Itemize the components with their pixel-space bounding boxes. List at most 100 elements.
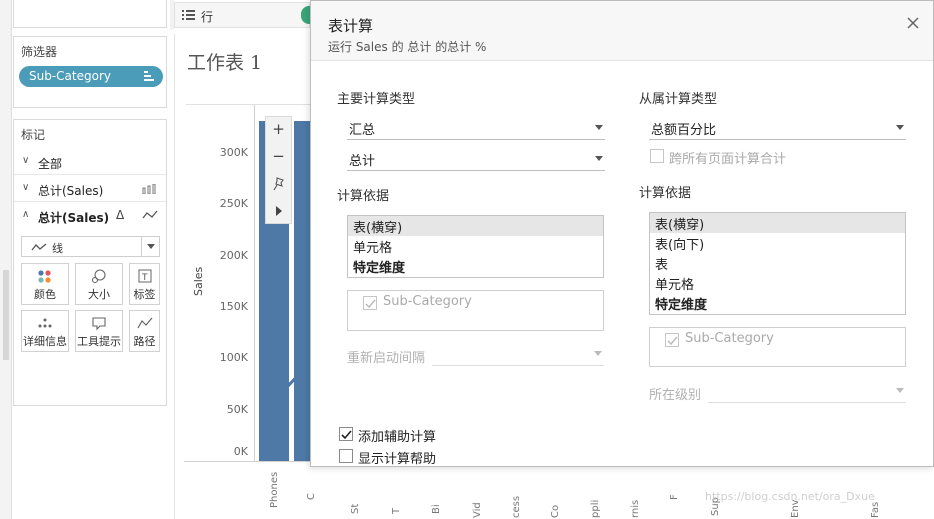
list-item[interactable]: 表 (650, 253, 905, 273)
close-icon[interactable] (905, 15, 921, 31)
pages-shelf (13, 0, 167, 28)
label-label: 标签 (133, 288, 156, 301)
marks-row-all[interactable]: ∨ 全部 (14, 149, 166, 175)
secondary-type-select[interactable]: 总额百分比 (649, 116, 906, 140)
primary-compute-heading: 计算依据 (337, 189, 390, 204)
y-tick: 250K (219, 197, 248, 210)
y-tick: 300K (219, 146, 248, 159)
dropdown-arrow-icon (594, 351, 602, 356)
delta-icon: Δ (116, 208, 125, 222)
chevron-down-icon: ∨ (22, 182, 30, 193)
bar-chairs[interactable] (294, 121, 310, 461)
filter-pill-label: Sub-Category (29, 69, 111, 83)
size-label: 大小 (88, 288, 110, 301)
y-tick: 0K (233, 445, 248, 458)
bar-chart-icon (142, 184, 156, 194)
rows-label: 行 (201, 10, 214, 24)
table-calculation-dialog: 表计算 运行 Sales 的 总计 的总计 % 主要计算类型 汇总 总计 计算依… (310, 0, 934, 467)
dimension-label: Sub-Category (383, 294, 472, 309)
list-item[interactable]: 特定维度 (650, 293, 905, 313)
x-tick-label: Phones (269, 471, 280, 508)
secondary-compute-list[interactable]: 表(横穿) 表(向下) 表 单元格 特定维度 (649, 212, 906, 315)
aggregation-value: 总计 (349, 154, 376, 169)
marks-row-label: 总计(Sales) (38, 184, 104, 198)
left-collapse-strip[interactable] (0, 0, 12, 519)
line-chart-icon (142, 210, 158, 219)
detail-button[interactable]: 详细信息 (21, 310, 69, 352)
dropdown-arrow-icon (595, 156, 603, 161)
expand-arrow-icon[interactable] (266, 198, 291, 225)
running-total-line (271, 368, 305, 404)
rows-shelf[interactable]: 行 (174, 2, 310, 28)
secondary-compute-heading: 计算依据 (639, 186, 692, 201)
dialog-subtitle: 运行 Sales 的 总计 的总计 % (328, 40, 487, 54)
size-button[interactable]: 大小 (75, 263, 123, 305)
dropdown-arrow-icon (141, 237, 159, 256)
worksheet-title: 工作表 1 (187, 52, 263, 74)
label-icon: T (130, 269, 159, 284)
detail-label: 详细信息 (23, 335, 67, 348)
restart-label: 重新启动间隔 (347, 351, 426, 366)
secondary-type-value: 总额百分比 (651, 123, 717, 138)
x-tick-label: Bi (431, 504, 442, 514)
show-help-checkbox[interactable] (339, 449, 353, 463)
show-help-label: 显示计算帮助 (358, 452, 437, 467)
path-label: 路径 (133, 335, 156, 348)
tooltip-icon (76, 316, 122, 331)
x-axis-line (184, 461, 310, 462)
list-item[interactable]: 表(向下) (650, 233, 905, 253)
dropdown-arrow-icon (896, 388, 904, 393)
list-item[interactable]: 特定维度 (348, 256, 603, 276)
y-tick: 100K (219, 351, 248, 364)
list-item[interactable]: 单元格 (650, 273, 905, 293)
dimension-checkbox (363, 296, 377, 310)
pin-icon[interactable] (266, 171, 291, 198)
mark-type-value: 线 (52, 242, 63, 255)
chevron-down-icon: ∧ (22, 209, 30, 220)
color-button[interactable]: 颜色 (21, 263, 69, 305)
x-tick-label: Co (550, 504, 561, 518)
size-icon (76, 269, 122, 284)
y-axis-title: Sales (192, 266, 205, 296)
level-select (708, 379, 906, 403)
chevron-down-icon: ∨ (22, 155, 30, 166)
primary-type-select[interactable]: 汇总 (347, 116, 605, 140)
label-button[interactable]: T 标签 (129, 263, 160, 305)
x-tick-label: C (306, 493, 317, 500)
marks-title: 标记 (21, 128, 46, 142)
marks-row-sales-bar[interactable]: ∨ 总计(Sales) (14, 176, 166, 202)
x-tick-label: St (350, 503, 361, 514)
filter-pill-subcategory[interactable]: Sub-Category (19, 66, 163, 87)
dimension-checkbox (665, 333, 679, 347)
marks-row-label: 全部 (38, 157, 63, 171)
aggregation-select[interactable]: 总计 (347, 147, 605, 171)
x-tick-label: Vid (472, 502, 483, 518)
rows-icon (182, 10, 195, 20)
tooltip-button[interactable]: 工具提示 (75, 310, 123, 352)
x-tick-label: Fas (870, 501, 881, 518)
watermark-text: https://blog.csdn.net/ora_Dxue (705, 490, 875, 503)
x-tick-label: cess (511, 495, 522, 518)
add-secondary-checkbox[interactable] (339, 427, 353, 441)
marks-row-sales-line[interactable]: ∧ 总计(Sales) Δ (14, 203, 166, 229)
svg-text:T: T (141, 273, 148, 283)
primary-compute-list[interactable]: 表(横穿) 单元格 特定维度 (347, 215, 604, 278)
restart-select (432, 342, 604, 366)
path-button[interactable]: 路径 (129, 310, 160, 352)
list-item[interactable]: 表(横穿) (348, 216, 603, 236)
secondary-type-heading: 从属计算类型 (639, 92, 718, 107)
detail-icon (22, 316, 68, 331)
dimension-label: Sub-Category (685, 331, 774, 346)
x-tick-label: ppli (590, 499, 601, 518)
color-icon (22, 269, 68, 284)
zoom-in-icon[interactable]: + (266, 117, 291, 144)
list-item[interactable]: 表(横穿) (650, 213, 905, 233)
mark-type-select[interactable]: 线 (21, 236, 160, 257)
list-item[interactable]: 单元格 (348, 236, 603, 256)
header-divider (186, 104, 310, 105)
dialog-header: 表计算 运行 Sales 的 总计 的总计 % (311, 1, 933, 61)
x-tick-label: T (391, 507, 402, 514)
level-label: 所在级别 (649, 388, 702, 403)
y-tick: 150K (219, 300, 248, 313)
zoom-out-icon[interactable]: − (266, 144, 291, 171)
